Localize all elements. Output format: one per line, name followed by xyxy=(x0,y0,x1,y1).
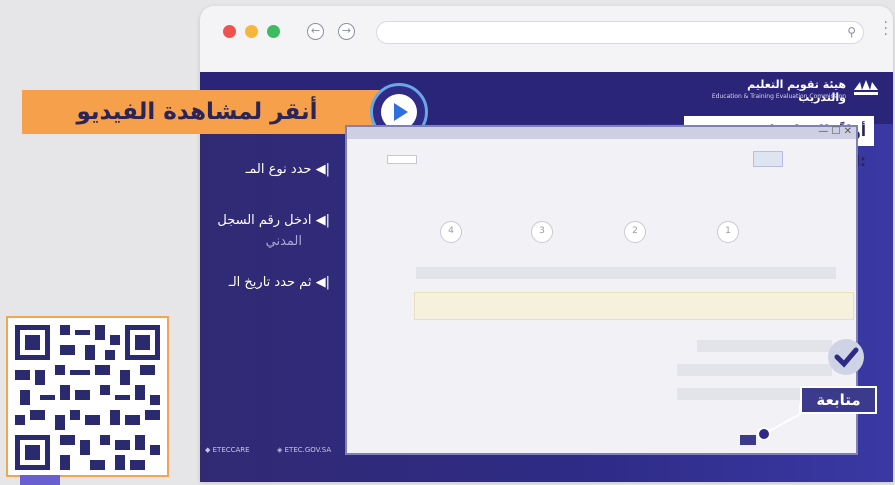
forward-arrow-icon[interactable]: → xyxy=(338,23,355,40)
step-3: ثم حدد تاريخ الـ ◀| xyxy=(200,275,330,290)
step-arrow-icon: ◀| xyxy=(315,213,330,228)
org-name-arabic: هيئة تقويم التعليم والتدريب xyxy=(747,78,846,104)
check-circle-icon xyxy=(828,339,864,375)
dialog-select[interactable] xyxy=(387,155,417,164)
step-2: ادخل رقم السجل ◀| المدني xyxy=(200,213,330,249)
footer-eteccare[interactable]: ◆ ETECCARE xyxy=(205,446,250,454)
hijri-date-field[interactable] xyxy=(677,364,832,376)
watch-video-label: أنقر لمشاهدة الفيديو xyxy=(76,99,318,125)
step-1-text: حدد نوع المـ xyxy=(245,162,312,177)
progress-step-circle: 4 xyxy=(440,221,462,243)
etec-logo-icon xyxy=(854,80,878,95)
step-2-text: ادخل رقم السجل xyxy=(217,213,312,228)
watch-video-button[interactable]: أنقر لمشاهدة الفيديو xyxy=(22,90,400,134)
back-arrow-icon[interactable]: ← xyxy=(307,23,324,40)
org-name-english: Education & Training Evaluation Commissi… xyxy=(711,93,846,100)
globe-icon: ◈ xyxy=(277,446,283,454)
qr-tab xyxy=(20,475,60,485)
diamond-icon: ◆ xyxy=(205,446,211,454)
maximize-window-dot[interactable] xyxy=(267,25,280,38)
continue-button[interactable]: متابعة xyxy=(800,386,877,414)
step-arrow-icon: ◀| xyxy=(315,162,330,177)
step-arrow-icon: ◀| xyxy=(315,275,330,290)
dialog-titlebar: — ☐ ✕ xyxy=(347,126,856,139)
address-bar[interactable]: ⚲ xyxy=(376,21,864,44)
id-number-field[interactable] xyxy=(697,340,832,352)
close-window-dot[interactable] xyxy=(223,25,236,38)
qr-code-icon xyxy=(15,325,160,470)
step-1: حدد نوع المـ ◀| xyxy=(200,162,330,177)
footer-website-label: ETEC.GOV.SA xyxy=(284,446,332,454)
footer-website[interactable]: ◈ ETEC.GOV.SA xyxy=(277,446,331,454)
progress-step-circle: 1 xyxy=(717,221,739,243)
qr-code[interactable] xyxy=(6,316,169,477)
more-options-icon[interactable]: · · · xyxy=(884,16,888,42)
type-selector-field[interactable] xyxy=(416,267,836,279)
footer-eteccare-label: ETECCARE xyxy=(212,446,250,454)
minimize-window-dot[interactable] xyxy=(245,25,258,38)
notice-banner xyxy=(414,292,854,320)
progress-step-circle: 3 xyxy=(531,221,553,243)
progress-step-circle: 2 xyxy=(624,221,646,243)
platform-logo-icon xyxy=(753,151,783,167)
step-2-subtext: المدني xyxy=(265,234,302,249)
step-3-text: ثم حدد تاريخ الـ xyxy=(228,275,312,290)
search-icon: ⚲ xyxy=(847,25,856,39)
window-controls[interactable]: — ☐ ✕ xyxy=(818,126,852,137)
